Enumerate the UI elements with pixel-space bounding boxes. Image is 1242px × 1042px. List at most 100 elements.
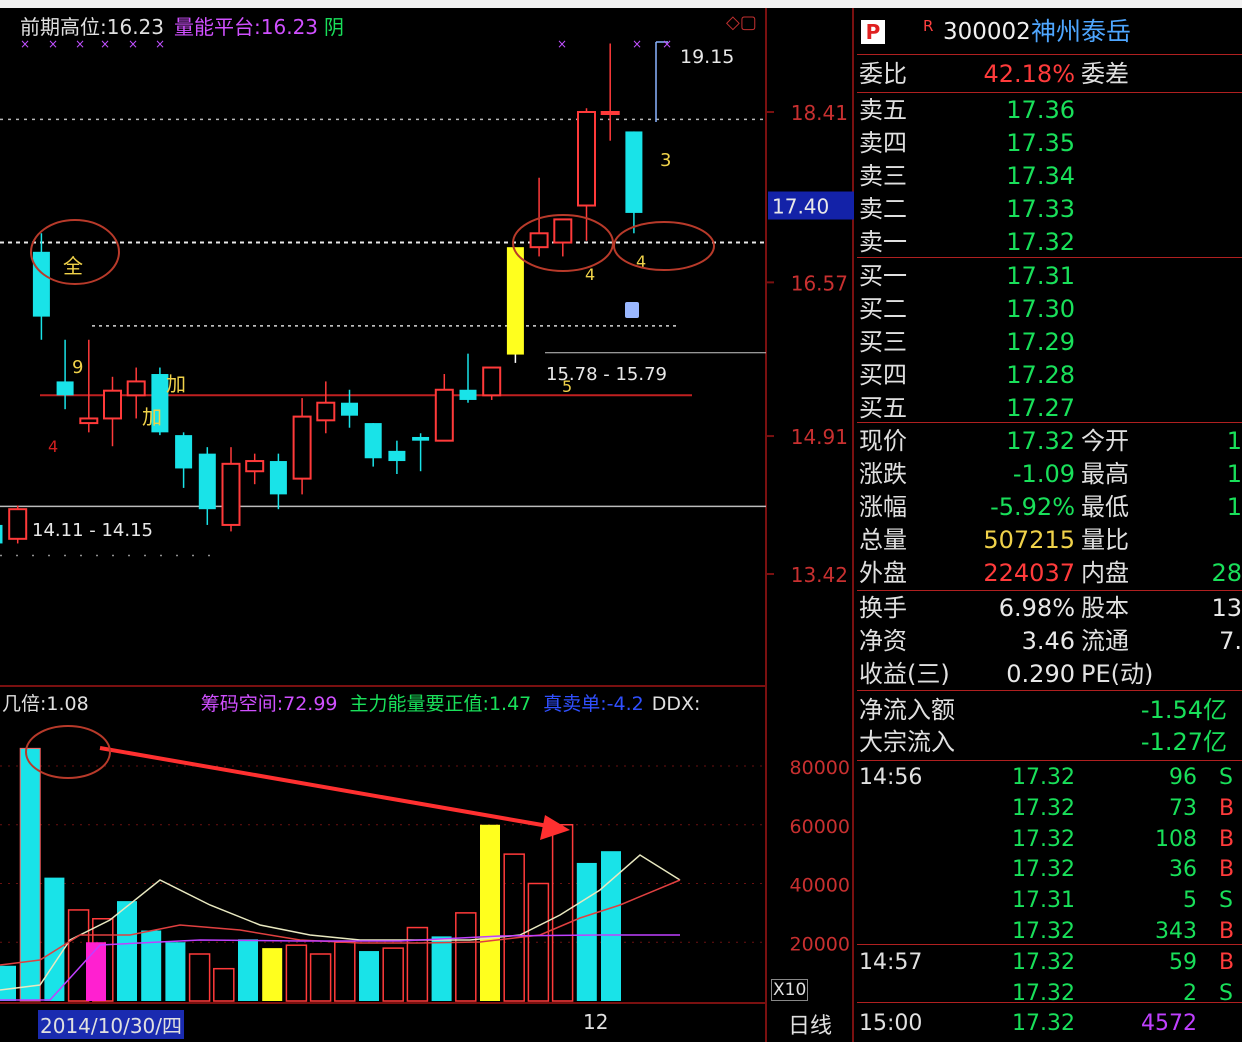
tick-side: B — [1219, 826, 1235, 852]
price-chart[interactable]: 18.41 16.57 14.91 13.42 17.40 80000 60000 40000… — [0, 0, 857, 1042]
volume-tick-label: 80000 — [790, 757, 850, 779]
volume-tick-label: 40000 — [790, 875, 850, 897]
tick-price: 17.31 — [1012, 888, 1075, 914]
price-annotation: 4 — [48, 437, 58, 456]
main-label: 主力能量要正值: — [349, 693, 489, 715]
tick-time: 14:56 — [859, 765, 923, 790]
fin-value: 3.46 — [1021, 627, 1075, 655]
chip-value: 72.99 — [283, 693, 338, 715]
volume-bar — [44, 877, 65, 1001]
stat-label: 涨跌 — [859, 460, 907, 488]
volume-bar — [0, 965, 16, 1001]
tick-price: 17.32 — [1012, 826, 1075, 852]
bid-price: 17.29 — [1006, 328, 1075, 356]
volume-multiplier: X10 — [771, 979, 809, 1001]
fin-row: 换手 6.98% 股本 13 — [857, 592, 1242, 624]
prev-high-value: 16.23 — [106, 15, 165, 39]
fin-value: 6.98% — [998, 594, 1075, 622]
ddx-label: DDX: — [651, 693, 701, 715]
ask-price: 17.33 — [1006, 195, 1075, 223]
weibi-value: 42.18% — [983, 60, 1075, 88]
bid-price: 17.31 — [1006, 262, 1075, 290]
stat-label: 现价 — [859, 427, 907, 455]
tick-row: 14:57 17.32 59 B — [857, 947, 1242, 979]
fin-value-2: 13 — [1211, 594, 1242, 622]
weibi-label: 委比 — [859, 60, 907, 88]
flow-row: 大宗流入 -1.27亿 — [857, 726, 1242, 758]
price-tick-label: 13.42 — [791, 563, 848, 587]
tick-row: 17.32 36 B — [857, 854, 1242, 886]
period-button[interactable]: 日线 — [788, 1008, 832, 1040]
bid-row: 买四 17.28 — [857, 359, 1242, 391]
flow-value: -1.54亿 — [1140, 696, 1227, 724]
tick-side: S — [1219, 765, 1233, 790]
candle-body — [316, 401, 336, 422]
tick-volume: 5 — [1183, 888, 1197, 914]
stock-terminal: 18.41 16.57 14.91 13.42 17.40 80000 60000 40000… — [0, 0, 1242, 1042]
candle-body — [625, 131, 643, 213]
signal-marker: × — [557, 37, 567, 51]
ask-row: 卖三 17.34 — [857, 160, 1242, 192]
bid-price: 17.28 — [1006, 361, 1075, 389]
window-controls[interactable]: ◇▢ — [726, 12, 757, 33]
volume-bar — [165, 942, 186, 1001]
stat-value: 224037 — [983, 559, 1075, 587]
stock-name: 神州泰岳 — [1031, 17, 1132, 46]
candle-body — [412, 436, 430, 441]
ask-price: 17.32 — [1006, 228, 1075, 256]
candle-body — [175, 435, 193, 469]
tick-row: 17.32 2 S — [857, 978, 1242, 1010]
volume-bar — [359, 951, 379, 1001]
ask-row: 卖一 17.32 — [857, 226, 1242, 258]
indicator-suffix: 阴 — [324, 15, 345, 39]
price-annotation: 9 — [72, 357, 83, 378]
chip-label: 筹码空间: — [200, 693, 284, 715]
separator — [857, 590, 1242, 591]
bid-row: 买一 17.31 — [857, 260, 1242, 292]
bid-label: 买五 — [859, 394, 907, 422]
tick-price: 17.32 — [1012, 949, 1075, 975]
price-tick-label: 16.57 — [791, 271, 848, 295]
fin-value: 0.290 — [1006, 660, 1075, 688]
info-icon — [625, 302, 639, 318]
stat-value-2: 1 — [1226, 460, 1242, 488]
signal-marker: × — [632, 37, 642, 51]
ask-label: 卖四 — [859, 129, 907, 157]
flow-row: 净流入额 -1.54亿 — [857, 694, 1242, 726]
volume-bar — [431, 936, 452, 1001]
tick-time: 14:57 — [859, 949, 923, 975]
candle-body — [529, 232, 549, 249]
price-tick-label: 14.91 — [791, 425, 848, 449]
fin-label-2: PE(动) — [1081, 660, 1154, 688]
quote-panel: P R 300002 神州泰岳 委比 42.18% 委差 卖五 17.36 卖四 17… — [857, 10, 1242, 1042]
volume-bar — [19, 747, 41, 1002]
tick-price: 17.32 — [1012, 857, 1075, 883]
bid-label: 买一 — [859, 262, 907, 290]
ask-label: 卖三 — [859, 162, 907, 190]
stat-row: 总量 507215 量比 — [857, 524, 1242, 556]
ask-label: 卖一 — [859, 228, 907, 256]
tick-side: B — [1219, 857, 1235, 883]
candle-body — [126, 380, 146, 397]
flow-value: -4.2 — [606, 693, 644, 715]
flow-label: 真卖单: — [543, 693, 607, 715]
bid-label: 买四 — [859, 361, 907, 389]
date-label: 2014/10/30/四 — [38, 1010, 185, 1039]
tick-side: S — [1219, 980, 1233, 1006]
stat-label-2: 量比 — [1081, 526, 1129, 554]
candle-body — [434, 388, 454, 442]
stat-label-2: 最低 — [1081, 493, 1129, 521]
bid-label: 买二 — [859, 295, 907, 323]
p-badge: P — [861, 20, 885, 44]
stat-label: 涨幅 — [859, 493, 907, 521]
stat-row: 现价 17.32 今开 1 — [857, 425, 1242, 457]
tick-row: 17.31 5 S — [857, 885, 1242, 917]
flow-value: -1.27亿 — [1140, 728, 1227, 756]
weibi-row: 委比 42.18% 委差 — [857, 58, 1242, 90]
current-price-label: 17.40 — [772, 195, 829, 219]
main-flow-bar — [86, 942, 106, 1001]
ratio-value: 1.08 — [46, 693, 89, 715]
stat-value: -5.92% — [990, 493, 1075, 521]
ask-row: 卖五 17.36 — [857, 94, 1242, 126]
flow-label: 净流入额 — [859, 696, 955, 724]
